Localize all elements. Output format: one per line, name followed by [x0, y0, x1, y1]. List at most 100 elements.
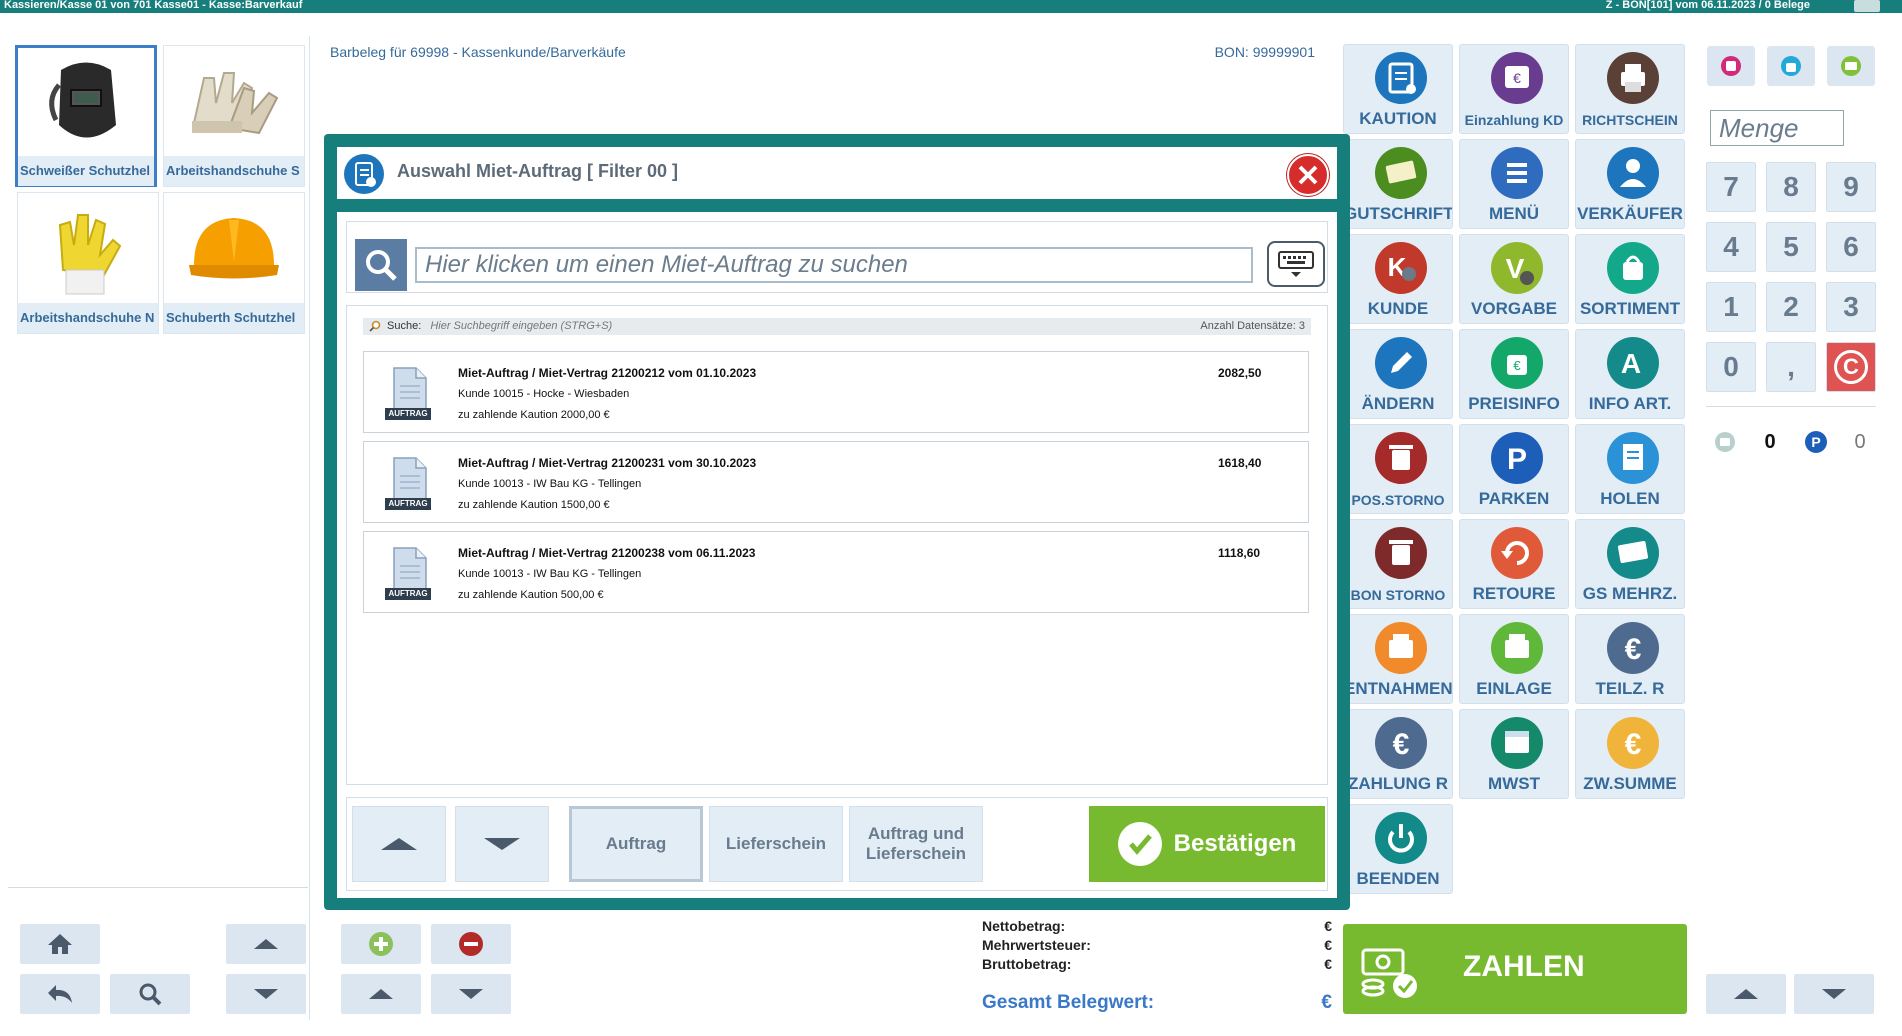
filter-auftrag-button[interactable]: Auftrag: [569, 806, 703, 882]
tile-ändern[interactable]: ÄNDERN: [1343, 329, 1453, 419]
tile-preisinfo[interactable]: € PREISINFO: [1459, 329, 1569, 419]
position-up-button[interactable]: [341, 974, 421, 1014]
digit-key-9[interactable]: 9: [1826, 162, 1876, 212]
triangle-down-icon: [254, 989, 278, 999]
stamp-icon: [1721, 56, 1741, 76]
tile-label: RICHTSCHEIN: [1582, 112, 1678, 128]
calendar-percent-icon: [1491, 717, 1543, 769]
document-icon: AUFTRAG: [384, 456, 432, 512]
position-down-button[interactable]: [431, 974, 511, 1014]
tile-teilz-r[interactable]: € TEILZ. R: [1575, 614, 1685, 704]
tile-holen[interactable]: HOLEN: [1575, 424, 1685, 514]
digit-key-0[interactable]: 0: [1706, 342, 1756, 392]
scroll-down-button[interactable]: [226, 974, 306, 1014]
doc-badge: AUFTRAG: [388, 499, 428, 508]
bag-button[interactable]: [1767, 46, 1815, 86]
tile-beenden[interactable]: BEENDEN: [1343, 804, 1453, 894]
svg-text:P: P: [1507, 443, 1527, 476]
tile-entnahmen[interactable]: ENTNAHMEN: [1343, 614, 1453, 704]
tile-mwst[interactable]: MWST: [1459, 709, 1569, 799]
product-tile-hard-hat[interactable]: Schuberth Schutzhel: [163, 192, 305, 334]
order-row[interactable]: AUFTRAG Miet-Auftrag / Miet-Vertrag 21200…: [363, 351, 1309, 433]
back-button[interactable]: [20, 974, 100, 1014]
filter-bar[interactable]: Suche: Hier Suchbegriff eingeben (STRG+S…: [363, 318, 1311, 335]
digit-key-6[interactable]: 6: [1826, 222, 1876, 272]
product-label: Schweißer Schutzhel: [18, 156, 154, 186]
filter-label: Suche:: [387, 320, 422, 332]
tile-label: EINLAGE: [1476, 679, 1552, 698]
order-customer: Kunde 10013 - IW Bau KG - Tellingen: [458, 478, 642, 490]
tile-label: HOLEN: [1600, 489, 1660, 508]
clear-key[interactable]: C: [1826, 342, 1876, 392]
confirm-button[interactable]: Bestätigen: [1089, 806, 1325, 882]
home-button[interactable]: [20, 924, 100, 964]
counter-left[interactable]: 0: [1707, 422, 1783, 462]
tile-einzahlung-kd[interactable]: € Einzahlung KD: [1459, 44, 1569, 134]
triangle-up-icon: [254, 939, 278, 949]
product-tile-work-gloves[interactable]: Arbeitshandschuhe S: [163, 45, 305, 187]
right-scroll-down-button[interactable]: [1794, 974, 1874, 1014]
product-search-button[interactable]: [110, 974, 190, 1014]
tile-pos-storno[interactable]: POS.STORNO: [1343, 424, 1453, 514]
tile-vorgabe[interactable]: V VORGABE: [1459, 234, 1569, 324]
welding-helmet-icon: [18, 50, 154, 160]
tile-parken[interactable]: P PARKEN: [1459, 424, 1569, 514]
tile-verkäufer[interactable]: VERKÄUFER: [1575, 139, 1685, 229]
digit-key-8[interactable]: 8: [1766, 162, 1816, 212]
tile-gs-mehrz[interactable]: GS MEHRZ.: [1575, 519, 1685, 609]
pay-button[interactable]: ZAHLEN: [1343, 924, 1687, 1014]
tile-sortiment[interactable]: SORTIMENT: [1575, 234, 1685, 324]
search-button[interactable]: [355, 239, 407, 291]
tile-retoure[interactable]: RETOURE: [1459, 519, 1569, 609]
tile-richtschein[interactable]: RICHTSCHEIN: [1575, 44, 1685, 134]
tile-einlage[interactable]: EINLAGE: [1459, 614, 1569, 704]
receipt-fetch-icon: [1607, 432, 1659, 484]
bon-status: Z - BON[101] vom 06.11.2023 / 0 Belege: [1605, 0, 1810, 11]
cash-button[interactable]: [1827, 46, 1875, 86]
quantity-input[interactable]: Menge: [1710, 110, 1844, 146]
remove-position-button[interactable]: [431, 924, 511, 964]
tile-zw-summe[interactable]: € ZW.SUMME: [1575, 709, 1685, 799]
receipt-header: Barbeleg für 69998 - Kassenkunde/Barverk…: [330, 44, 1315, 60]
netto-currency: €: [1324, 918, 1332, 934]
tile-zahlung-r[interactable]: € ZAHLUNG R: [1343, 709, 1453, 799]
keyboard-button[interactable]: [1267, 241, 1325, 287]
order-amount: 1118,60: [1218, 546, 1261, 560]
yellow-gloves-icon: [18, 195, 158, 305]
tile-menü[interactable]: MENÜ: [1459, 139, 1569, 229]
dialog-close-button[interactable]: [1287, 154, 1329, 196]
tile-info-art[interactable]: A INFO ART.: [1575, 329, 1685, 419]
product-tile-yellow-gloves[interactable]: Arbeitshandschuhe N: [17, 192, 159, 334]
comma-key[interactable]: ,: [1766, 342, 1816, 392]
list-down-button[interactable]: [455, 806, 549, 882]
list-up-button[interactable]: [352, 806, 446, 882]
order-deposit: zu zahlende Kaution 2000,00 €: [458, 409, 610, 421]
tile-label: TEILZ. R: [1595, 679, 1665, 698]
filter-auftrag-und-lieferschein-button[interactable]: Auftrag und Lieferschein: [849, 806, 983, 882]
product-tile-welding-helmet[interactable]: Schweißer Schutzhel: [15, 45, 157, 187]
order-row[interactable]: AUFTRAG Miet-Auftrag / Miet-Vertrag 21200…: [363, 531, 1309, 613]
clipboard-icon: [1375, 52, 1427, 104]
right-scroll-up-button[interactable]: [1706, 974, 1786, 1014]
magnifier-small-icon: [369, 320, 381, 332]
filter-lieferschein-button[interactable]: Lieferschein: [709, 806, 843, 882]
rental-order-icon: [344, 154, 384, 194]
digit-key-3[interactable]: 3: [1826, 282, 1876, 332]
order-row[interactable]: AUFTRAG Miet-Auftrag / Miet-Vertrag 21200…: [363, 441, 1309, 523]
tile-kunde[interactable]: K KUNDE: [1343, 234, 1453, 324]
stamp-button[interactable]: [1707, 46, 1755, 86]
digit-key-4[interactable]: 4: [1706, 222, 1756, 272]
window-menu-icon[interactable]: [1854, 0, 1880, 12]
tile-bon-storno[interactable]: BON STORNO: [1343, 519, 1453, 609]
euro-icon: €: [1607, 622, 1659, 674]
tile-gutschrift[interactable]: GUTSCHRIFT: [1343, 139, 1453, 229]
digit-key-2[interactable]: 2: [1766, 282, 1816, 332]
add-position-button[interactable]: [341, 924, 421, 964]
digit-key-7[interactable]: 7: [1706, 162, 1756, 212]
tile-kaution[interactable]: KAUTION: [1343, 44, 1453, 134]
counter-right[interactable]: P 0: [1797, 422, 1873, 462]
order-search-input[interactable]: Hier klicken um einen Miet-Auftrag zu su…: [415, 247, 1253, 283]
digit-key-5[interactable]: 5: [1766, 222, 1816, 272]
scroll-up-button[interactable]: [226, 924, 306, 964]
digit-key-1[interactable]: 1: [1706, 282, 1756, 332]
